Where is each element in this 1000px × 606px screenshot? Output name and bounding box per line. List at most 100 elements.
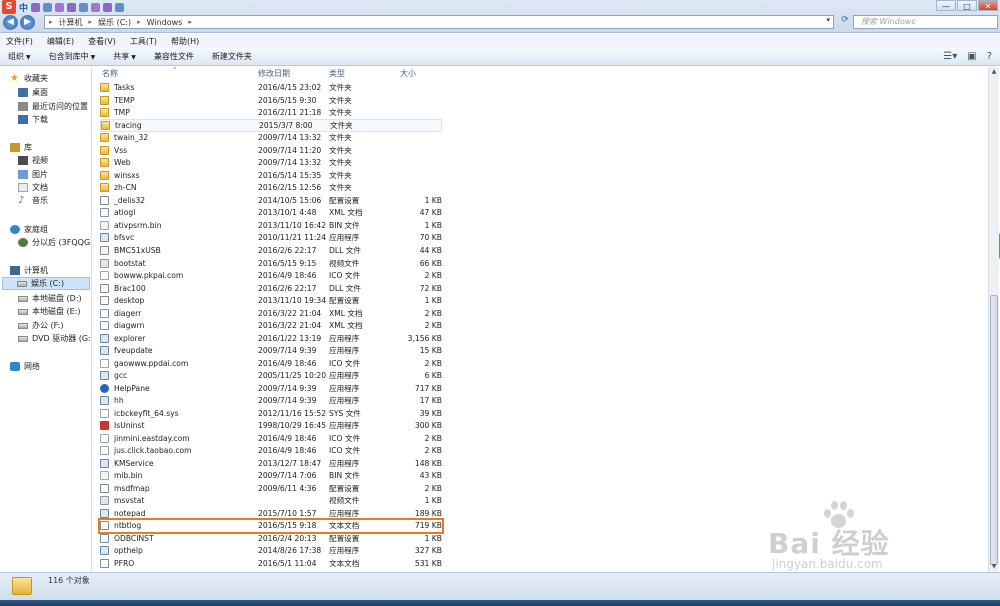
address-dropdown-icon[interactable]: ▾ (826, 16, 830, 24)
table-row[interactable]: mib.bin 2009/7/14 7:06 BIN 文件 43 KB (100, 470, 442, 483)
sidebar-item-documents[interactable]: 文档 (18, 182, 48, 193)
view-options-icon[interactable]: ☰▾ (943, 51, 957, 62)
maximize-button[interactable]: □ (957, 0, 977, 11)
table-row[interactable]: winsxs 2016/5/14 15:35 文件夹 (100, 169, 442, 182)
table-row[interactable]: tracing 2015/3/7 8:00 文件夹 (100, 119, 442, 132)
ime-moon-icon[interactable] (31, 2, 41, 12)
column-header-date[interactable]: 修改日期 (258, 68, 290, 80)
menu-view[interactable]: 查看(V) (88, 36, 116, 47)
scroll-down-icon[interactable]: ▼ (990, 563, 998, 571)
sidebar-item-pictures[interactable]: 图片 (18, 169, 48, 180)
sidebar-item-homegroup-user[interactable]: 分以后 (3FQQGPU (18, 237, 91, 248)
scrollbar-thumb[interactable] (990, 295, 998, 565)
column-header-type[interactable]: 类型 (329, 68, 345, 80)
menu-help[interactable]: 帮助(H) (171, 36, 199, 47)
back-button[interactable]: ◀ (3, 15, 18, 30)
close-button[interactable]: ✕ (978, 0, 998, 11)
table-row[interactable]: Brac100 2016/2/6 22:17 DLL 文件 72 KB (100, 282, 442, 295)
breadcrumb-windows[interactable]: Windows (147, 18, 183, 27)
table-row[interactable]: msvstat 视频文件 1 KB (100, 495, 442, 508)
sidebar-item-favorites[interactable]: ★ 收藏夹 (10, 73, 48, 84)
table-row[interactable]: hh 2009/7/14 9:39 应用程序 17 KB (100, 395, 442, 408)
sidebar-item-network[interactable]: 网络 (10, 361, 40, 372)
ime-tools-icon[interactable] (115, 2, 125, 12)
table-row[interactable]: diagerr 2016/3/22 21:04 XML 文档 2 KB (100, 307, 442, 320)
ime-emoji-icon[interactable] (55, 2, 65, 12)
table-row[interactable]: msdfmap 2009/6/11 4:36 配置设置 2 KB (100, 482, 442, 495)
sidebar-item-downloads[interactable]: 下载 (18, 114, 48, 125)
search-input[interactable]: 搜索 Windows (853, 15, 998, 29)
table-row[interactable]: ntbtlog 2016/5/15 9:18 文本文档 719 KB (98, 517, 444, 535)
column-header-name[interactable]: 名称 (102, 68, 118, 80)
preview-pane-icon[interactable]: ▣ (967, 51, 976, 62)
table-row[interactable]: gaowww.ppdai.com 2016/4/9 18:46 ICO 文件 2 KB (100, 357, 442, 370)
table-row[interactable]: fveupdate 2009/7/14 9:39 应用程序 15 KB (100, 344, 442, 357)
table-row[interactable]: ODBCINST 2016/2/4 20:13 配置设置 1 KB (100, 532, 442, 545)
sidebar-item-music[interactable]: ♪ 音乐 (18, 195, 48, 206)
table-row[interactable]: jinmini.eastday.com 2016/4/9 18:46 ICO 文件 2… (100, 432, 442, 445)
ime-keyboard-icon[interactable] (67, 2, 77, 12)
address-bar[interactable]: ▸ 计算机 ▸ 娱乐 (C:) ▸ Windows ▸ ▾ (44, 15, 834, 29)
sidebar-item-computer[interactable]: 计算机 (10, 265, 48, 276)
sidebar-item-homegroup[interactable]: 家庭组 (10, 224, 48, 235)
breadcrumb-drive-c[interactable]: 娱乐 (C:) (98, 17, 131, 28)
table-row[interactable]: icbckeyflt_64.sys 2012/11/16 15:52 SYS 文件 3… (100, 407, 442, 420)
menu-file[interactable]: 文件(F) (6, 36, 33, 47)
table-row[interactable]: Tasks 2016/4/15 23:02 文件夹 (100, 82, 442, 95)
menu-tools[interactable]: 工具(T) (130, 36, 157, 47)
help-icon[interactable]: ? (987, 51, 992, 62)
ime-mode-toggle[interactable]: 中 (19, 1, 28, 14)
sidebar-item-desktop[interactable]: 桌面 (18, 87, 48, 98)
table-row[interactable]: PFRO 2016/5/1 11:04 文本文档 531 KB (100, 557, 442, 570)
table-row[interactable]: opthelp 2014/8/26 17:38 应用程序 327 KB (100, 545, 442, 558)
menu-edit[interactable]: 编辑(E) (47, 36, 74, 47)
table-row[interactable]: Vss 2009/7/14 11:20 文件夹 (100, 144, 442, 157)
table-row[interactable]: atiogl 2013/10/1 4:48 XML 文档 47 KB (100, 207, 442, 220)
sidebar-item-recent[interactable]: 最近访问的位置 (18, 101, 88, 112)
ime-grid-icon[interactable] (103, 2, 113, 12)
breadcrumb-computer[interactable]: 计算机 (59, 17, 83, 28)
sidebar-item-drive-e[interactable]: 本地磁盘 (E:) (18, 306, 81, 317)
sidebar-item-drive-f[interactable]: 办公 (F:) (18, 320, 63, 331)
vertical-scrollbar[interactable]: ▲ ▼ (988, 67, 999, 572)
table-row[interactable]: notepad 2015/7/10 1:57 应用程序 189 KB (100, 507, 442, 520)
table-row[interactable]: jus.click.taobao.com 2016/4/9 18:46 ICO 文件… (100, 445, 442, 458)
table-row[interactable]: gcc 2005/11/25 10:20 应用程序 6 KB (100, 369, 442, 382)
table-row[interactable]: desktop 2013/11/10 19:34 配置设置 1 KB (100, 294, 442, 307)
table-row[interactable]: _delis32 2014/10/5 15:06 配置设置 1 KB (100, 194, 442, 207)
column-header-size[interactable]: 大小 (400, 68, 416, 80)
sidebar-item-drive-c[interactable]: 娱乐 (C:) (2, 277, 90, 290)
scroll-up-icon[interactable]: ▲ (990, 68, 998, 76)
table-row[interactable]: ativpsrm.bin 2013/11/10 16:42 BIN 文件 1 KB (100, 219, 442, 232)
sidebar-item-drive-d[interactable]: 本地磁盘 (D:) (18, 293, 82, 304)
sidebar-item-libraries[interactable]: 库 (10, 142, 32, 153)
table-row[interactable]: TMP 2016/2/11 21:18 文件夹 (100, 107, 442, 120)
table-row[interactable]: KMService 2013/12/7 18:47 应用程序 148 KB (100, 457, 442, 470)
ime-shirt-icon[interactable] (91, 2, 101, 12)
compat-files-button[interactable]: 兼容性文件 (154, 51, 194, 62)
forward-button[interactable]: ▶ (20, 15, 35, 30)
table-row[interactable]: TEMP 2016/5/15 9:30 文件夹 (100, 94, 442, 107)
table-row[interactable]: bfsvc 2010/11/21 11:24 应用程序 70 KB (100, 232, 442, 245)
table-row[interactable]: zh-CN 2016/2/15 12:56 文件夹 (100, 182, 442, 195)
sidebar-item-drive-g[interactable]: DVD 驱动器 (G:) 5 (18, 333, 91, 344)
table-row[interactable]: bootstat 2016/5/15 9:15 视频文件 66 KB (100, 257, 442, 270)
ime-punct-icon[interactable] (43, 2, 53, 12)
table-row[interactable]: diagwrn 2016/3/22 21:04 XML 文档 2 KB (100, 319, 442, 332)
ime-logo-icon[interactable]: S (2, 0, 16, 14)
table-row[interactable]: HelpPane 2009/7/14 9:39 应用程序 717 KB (100, 382, 442, 395)
table-row[interactable]: twain_32 2009/7/14 13:32 文件夹 (100, 132, 442, 145)
ime-user-icon[interactable] (79, 2, 89, 12)
minimize-button[interactable]: — (936, 0, 956, 11)
refresh-icon[interactable]: ⟳ (838, 15, 852, 29)
new-folder-button[interactable]: 新建文件夹 (212, 51, 252, 62)
organize-button[interactable]: 组织 ▼ (8, 51, 31, 62)
table-row[interactable]: bowww.pkpai.com 2016/4/9 18:46 ICO 文件 2 KB (100, 269, 442, 282)
table-row[interactable]: explorer 2016/1/22 13:19 应用程序 3,156 KB (100, 332, 442, 345)
include-library-button[interactable]: 包含到库中 ▼ (49, 51, 96, 62)
table-row[interactable]: Web 2009/7/14 13:32 文件夹 (100, 157, 442, 170)
table-row[interactable]: BMC51xUSB 2016/2/6 22:17 DLL 文件 44 KB (100, 244, 442, 257)
table-row[interactable]: IsUninst 1998/10/29 16:45 应用程序 300 KB (100, 420, 442, 433)
share-button[interactable]: 共享 ▼ (113, 51, 136, 62)
sidebar-item-videos[interactable]: 视频 (18, 155, 48, 166)
